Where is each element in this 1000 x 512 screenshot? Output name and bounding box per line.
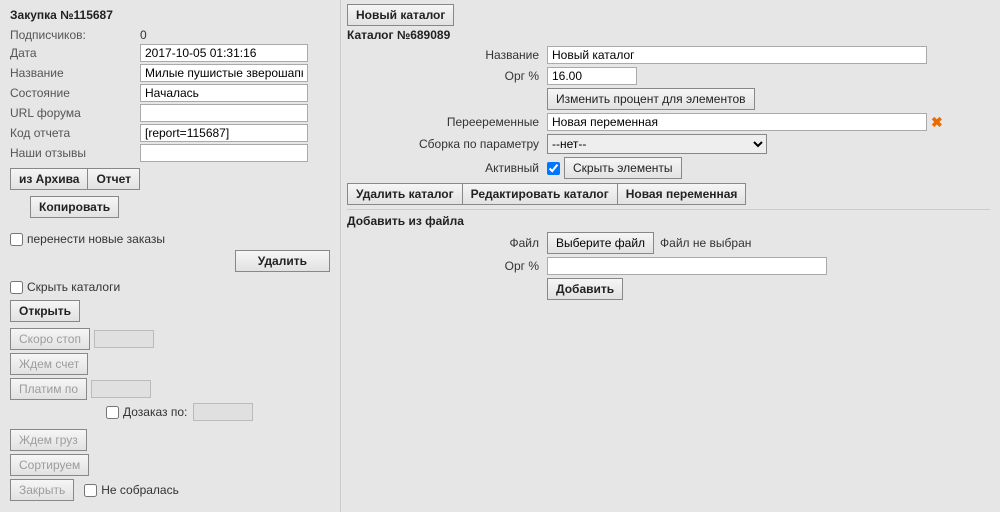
wait-bill-button[interactable]: Ждем счет — [10, 353, 88, 375]
close-button[interactable]: Закрыть — [10, 479, 74, 501]
new-catalog-button[interactable]: Новый каталог — [347, 4, 454, 26]
open-button[interactable]: Открыть — [10, 300, 80, 322]
add-file-title: Добавить из файла — [347, 214, 990, 228]
reviews-label: Наши отзывы — [10, 146, 140, 160]
name-label: Название — [10, 66, 140, 80]
file-org-label: Орг % — [347, 259, 547, 273]
copy-button[interactable]: Копировать — [30, 196, 119, 218]
variables-input[interactable] — [547, 113, 927, 131]
variables-label: Перееременные — [347, 115, 547, 129]
sorting-button[interactable]: Сортируем — [10, 454, 89, 476]
delete-catalog-button[interactable]: Удалить каталог — [347, 183, 463, 205]
add-button[interactable]: Добавить — [547, 278, 623, 300]
assembly-label: Сборка по параметру — [347, 137, 547, 151]
delete-variable-icon[interactable]: ✖ — [931, 114, 943, 131]
change-percent-button[interactable]: Изменить процент для элементов — [547, 88, 755, 110]
move-orders-checkbox[interactable] — [10, 233, 23, 246]
report-code-input[interactable] — [140, 124, 308, 142]
not-collected-checkbox[interactable] — [84, 484, 97, 497]
reorder-by-checkbox[interactable] — [106, 406, 119, 419]
purchase-title: Закупка №115687 — [10, 8, 330, 22]
state-input[interactable] — [140, 84, 308, 102]
state-label: Состояние — [10, 86, 140, 100]
reviews-input[interactable] — [140, 144, 308, 162]
hide-catalogs-checkbox[interactable] — [10, 281, 23, 294]
soon-stop-button[interactable]: Скоро стоп — [10, 328, 90, 350]
from-archive-button[interactable]: из Архива — [10, 168, 88, 190]
active-label: Активный — [347, 161, 547, 175]
cat-org-input[interactable] — [547, 67, 637, 85]
catalog-title: Каталог №689089 — [347, 28, 990, 42]
assembly-select[interactable]: --нет-- — [547, 134, 767, 154]
forum-input[interactable] — [140, 104, 308, 122]
pay-by-input[interactable] — [91, 380, 151, 398]
report-button[interactable]: Отчет — [87, 168, 140, 190]
subscribers-label: Подписчиков: — [10, 28, 140, 42]
not-collected-label: Не собралась — [101, 483, 179, 497]
forum-label: URL форума — [10, 106, 140, 120]
wait-cargo-button[interactable]: Ждем груз — [10, 429, 87, 451]
soon-stop-input[interactable] — [94, 330, 154, 348]
file-label: Файл — [347, 236, 547, 250]
hide-catalogs-label: Скрыть каталоги — [27, 280, 120, 294]
cat-org-label: Орг % — [347, 69, 547, 83]
report-code-label: Код отчета — [10, 126, 140, 140]
name-input[interactable] — [140, 64, 308, 82]
move-orders-label: перенести новые заказы — [27, 232, 165, 246]
date-input[interactable] — [140, 44, 308, 62]
reorder-by-input[interactable] — [193, 403, 253, 421]
date-label: Дата — [10, 46, 140, 60]
active-checkbox[interactable] — [547, 162, 560, 175]
new-variable-button[interactable]: Новая переменная — [617, 183, 747, 205]
no-file-text: Файл не выбран — [660, 236, 751, 250]
delete-button[interactable]: Удалить — [235, 250, 330, 272]
hide-elements-button[interactable]: Скрыть элементы — [564, 157, 682, 179]
subscribers-value: 0 — [140, 28, 330, 42]
edit-catalog-button[interactable]: Редактировать каталог — [462, 183, 618, 205]
cat-name-input[interactable] — [547, 46, 927, 64]
cat-name-label: Название — [347, 48, 547, 62]
pay-by-button[interactable]: Платим по — [10, 378, 87, 400]
reorder-by-label: Дозаказ по: — [123, 405, 187, 419]
choose-file-button[interactable]: Выберите файл — [547, 232, 654, 254]
file-org-input[interactable] — [547, 257, 827, 275]
